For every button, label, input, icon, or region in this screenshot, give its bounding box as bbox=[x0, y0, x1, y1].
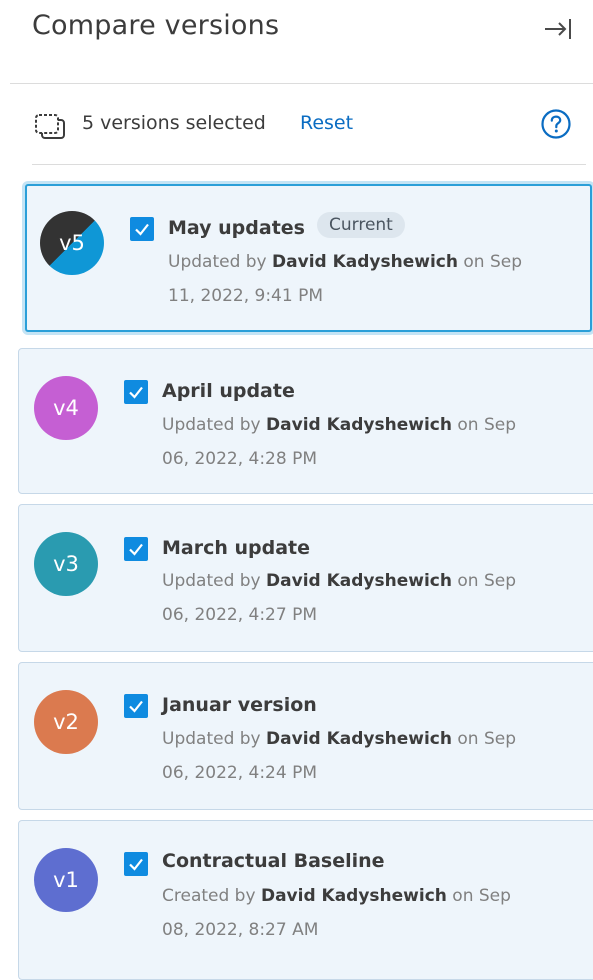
meta-line-1: Updated by David Kadyshewich on Sep bbox=[162, 722, 542, 756]
panel-title: Compare versions bbox=[32, 10, 280, 41]
help-icon[interactable] bbox=[540, 108, 572, 140]
version-name: Contractual Baseline bbox=[162, 850, 385, 872]
version-meta: Updated by David Kadyshewich on Sep 11, … bbox=[168, 245, 548, 313]
checkmark-icon bbox=[129, 858, 143, 871]
meta-date-month: Sep bbox=[483, 571, 517, 591]
version-card-v5[interactable]: v5 May updates Current Updated by David … bbox=[25, 184, 592, 332]
meta-user: David Kadyshewich bbox=[266, 571, 452, 591]
version-checkbox[interactable] bbox=[124, 380, 148, 404]
version-name: March update bbox=[162, 537, 311, 559]
panel-header: Compare versions bbox=[0, 0, 593, 84]
meta-line-1: Updated by David Kadyshewich on Sep bbox=[162, 408, 542, 442]
meta-date-month: Sep bbox=[478, 886, 511, 906]
reset-link[interactable]: Reset bbox=[300, 112, 353, 134]
version-meta: Updated by David Kadyshewich on Sep 06, … bbox=[162, 722, 542, 790]
version-badge-label: v2 bbox=[53, 710, 79, 734]
meta-line-1: Updated by David Kadyshewich on Sep bbox=[168, 245, 548, 279]
meta-date-rest: 11, 2022, 9:41 PM bbox=[168, 286, 324, 306]
meta-date-month: Sep bbox=[483, 415, 517, 435]
version-avatar: v4 bbox=[34, 376, 98, 440]
version-checkbox[interactable] bbox=[130, 217, 154, 241]
version-name: Januar version bbox=[162, 694, 317, 716]
version-meta: Created by David Kadyshewich on Sep 08, … bbox=[162, 879, 542, 947]
meta-date-rest: 06, 2022, 4:27 PM bbox=[162, 605, 318, 625]
meta-on: on bbox=[457, 415, 479, 435]
meta-user: David Kadyshewich bbox=[266, 415, 452, 435]
checkmark-icon bbox=[129, 700, 143, 713]
header-divider bbox=[10, 83, 593, 84]
version-card-v3[interactable]: v3 March update Updated by David Kadyshe… bbox=[18, 504, 593, 652]
meta-on: on bbox=[452, 886, 474, 906]
version-name: May updates bbox=[168, 217, 305, 239]
version-badge-label: v1 bbox=[53, 868, 79, 892]
version-checkbox[interactable] bbox=[124, 852, 148, 876]
selection-toolbar: 5 versions selected Reset bbox=[32, 104, 580, 144]
meta-action: Created by bbox=[162, 886, 256, 906]
version-card-v1[interactable]: v1 Contractual Baseline Created by David… bbox=[18, 820, 593, 980]
version-badge-label: v4 bbox=[53, 396, 79, 420]
meta-on: on bbox=[457, 729, 479, 749]
version-badge-label: v5 bbox=[59, 231, 85, 255]
meta-action: Updated by bbox=[162, 415, 261, 435]
version-card-v2[interactable]: v2 Januar version Updated by David Kadys… bbox=[18, 662, 593, 810]
version-card-v4[interactable]: v4 April update Updated by David Kadyshe… bbox=[18, 348, 593, 494]
meta-action: Updated by bbox=[162, 729, 261, 749]
meta-date-rest: 06, 2022, 4:24 PM bbox=[162, 763, 318, 783]
collapse-panel-button[interactable] bbox=[541, 14, 575, 44]
meta-date-rest: 08, 2022, 8:27 AM bbox=[162, 920, 319, 940]
version-checkbox[interactable] bbox=[124, 537, 148, 561]
version-avatar: v3 bbox=[34, 532, 98, 596]
meta-on: on bbox=[457, 571, 479, 591]
meta-date-month: Sep bbox=[483, 729, 517, 749]
meta-date-month: Sep bbox=[489, 252, 523, 272]
version-checkbox[interactable] bbox=[124, 694, 148, 718]
version-meta: Updated by David Kadyshewich on Sep 06, … bbox=[162, 408, 542, 476]
meta-action: Updated by bbox=[168, 252, 267, 272]
version-badge-label: v3 bbox=[53, 552, 79, 576]
version-avatar: v1 bbox=[34, 848, 98, 912]
checkmark-icon bbox=[129, 386, 143, 399]
meta-user: David Kadyshewich bbox=[272, 252, 458, 272]
meta-user: David Kadyshewich bbox=[260, 886, 447, 906]
checkmark-icon bbox=[135, 223, 149, 236]
version-name: April update bbox=[162, 380, 295, 402]
meta-line-1: Created by David Kadyshewich on Sep bbox=[162, 879, 542, 913]
meta-on: on bbox=[463, 252, 485, 272]
version-avatar: v5 bbox=[40, 211, 104, 275]
current-badge: Current bbox=[317, 212, 405, 238]
version-meta: Updated by David Kadyshewich on Sep 06, … bbox=[162, 564, 542, 632]
compare-versions-icon bbox=[35, 114, 65, 139]
toolbar-divider bbox=[32, 164, 586, 165]
meta-action: Updated by bbox=[162, 571, 261, 591]
checkmark-icon bbox=[129, 543, 143, 556]
selected-count-text: 5 versions selected bbox=[82, 112, 266, 134]
collapse-right-icon bbox=[545, 19, 571, 39]
meta-line-1: Updated by David Kadyshewich on Sep bbox=[162, 564, 542, 598]
version-avatar: v2 bbox=[34, 690, 98, 754]
meta-date-rest: 06, 2022, 4:28 PM bbox=[162, 449, 318, 469]
meta-user: David Kadyshewich bbox=[266, 729, 452, 749]
